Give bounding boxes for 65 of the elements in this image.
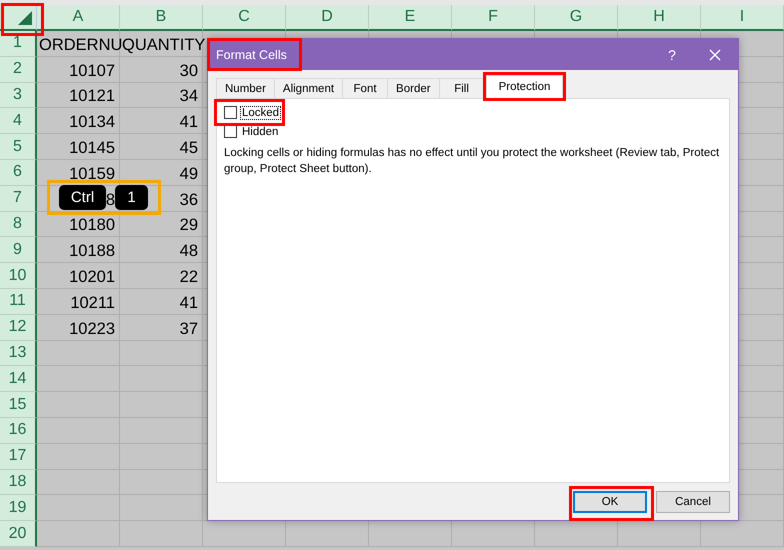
table-cell: 10180 <box>37 212 120 238</box>
row-header[interactable]: 9 <box>0 237 37 264</box>
table-cell: 45 <box>120 134 203 160</box>
row-header[interactable]: 15 <box>0 392 37 418</box>
row-header[interactable]: 12 <box>0 314 37 341</box>
highlight-frame <box>214 99 285 126</box>
highlight-frame <box>1 3 44 36</box>
row-header[interactable]: 19 <box>0 495 37 522</box>
table-cell: QUANTITY <box>120 31 203 57</box>
close-icon <box>709 48 721 60</box>
table-cell: 22 <box>120 263 203 289</box>
column-header[interactable]: C <box>203 5 286 31</box>
row-header[interactable]: 11 <box>0 288 37 315</box>
checkbox-label[interactable]: Hidden <box>240 124 280 138</box>
tab[interactable]: Protection <box>486 75 564 98</box>
checkbox-label[interactable]: Locked <box>240 106 282 120</box>
table-cell: 10107 <box>37 56 120 83</box>
row-header[interactable]: 14 <box>0 366 37 392</box>
checkbox[interactable] <box>224 125 237 138</box>
info-text: Locking cells or hiding formulas has no effect until you protect the worksheet (Review tab, Protect group, Protect Sheet button). <box>224 146 720 177</box>
row-header[interactable]: 18 <box>0 470 37 496</box>
row-header[interactable]: 10 <box>0 263 37 289</box>
row-header[interactable]: 2 <box>0 56 37 83</box>
row-header[interactable]: 3 <box>0 82 37 108</box>
column-header[interactable]: H <box>618 5 701 31</box>
table-cell: 30 <box>120 56 203 83</box>
row-header[interactable]: 5 <box>0 134 37 160</box>
table-cell: 10211 <box>37 288 120 315</box>
row-header[interactable]: 7 <box>0 186 37 212</box>
dialog-button[interactable]: Cancel <box>656 491 730 513</box>
table-cell: ORDERNU <box>37 31 120 57</box>
help-button[interactable]: ? <box>652 39 692 70</box>
table-cell: 10121 <box>37 82 120 108</box>
row-header[interactable]: 4 <box>0 108 37 134</box>
row-header[interactable]: 6 <box>0 160 37 186</box>
column-header[interactable]: I <box>701 5 784 31</box>
table-cell: 41 <box>120 288 203 315</box>
checkbox[interactable] <box>224 106 237 119</box>
row-header[interactable]: 13 <box>0 340 37 366</box>
window-title: Format Cells <box>215 48 288 62</box>
table-cell: 34 <box>120 82 203 108</box>
row-header[interactable]: 16 <box>0 418 37 444</box>
table-cell: 29 <box>120 212 203 238</box>
table-cell: 41 <box>120 108 203 134</box>
table-cell: 48 <box>120 237 203 264</box>
column-header[interactable]: A <box>37 5 120 31</box>
table-cell: 10145 <box>37 134 120 160</box>
dialog-button[interactable]: OK <box>573 491 647 513</box>
table-cell: 10134 <box>37 108 120 134</box>
keyboard-key: 1 <box>115 185 148 210</box>
keyboard-key: Ctrl <box>59 185 106 210</box>
column-header[interactable]: D <box>286 5 369 31</box>
table-cell: 10201 <box>37 263 120 289</box>
triangle-icon <box>18 11 32 25</box>
column-header[interactable]: B <box>120 5 203 31</box>
column-header[interactable]: F <box>452 5 535 31</box>
row-header[interactable]: 17 <box>0 444 37 470</box>
tab[interactable]: Number <box>216 78 275 98</box>
row-header[interactable]: 20 <box>0 521 37 547</box>
column-header[interactable]: E <box>369 5 452 31</box>
column-header[interactable]: G <box>535 5 618 31</box>
row-header[interactable]: 8 <box>0 212 37 238</box>
table-cell: 37 <box>120 314 203 341</box>
table-cell: 10188 <box>37 237 120 264</box>
table-cell: 10223 <box>37 314 120 341</box>
